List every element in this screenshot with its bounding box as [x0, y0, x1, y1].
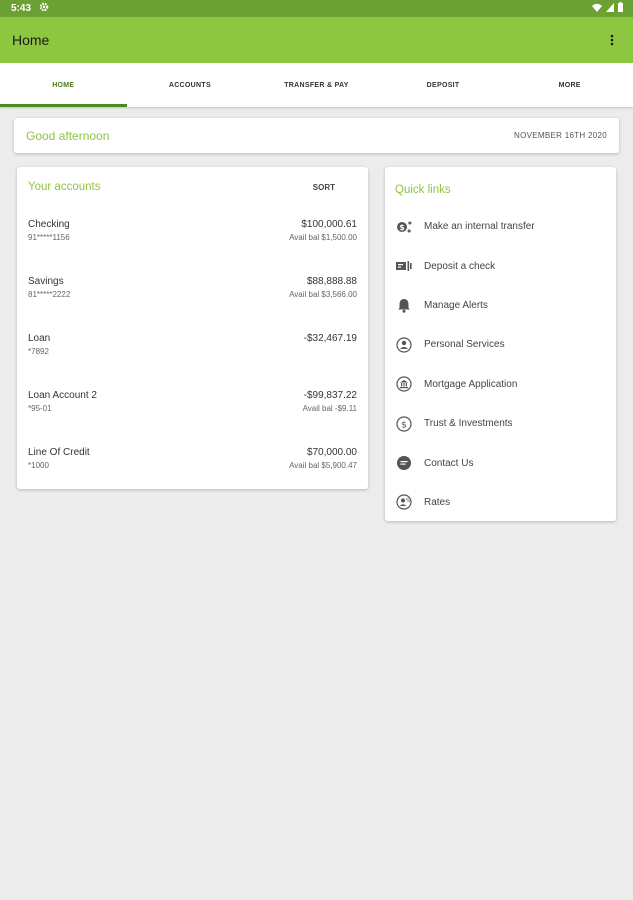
bank-icon [395, 375, 413, 393]
quick-link-label: Personal Services [424, 339, 505, 351]
signal-icon [606, 2, 614, 15]
dollar-icon: $ [395, 415, 413, 433]
quick-link-label: Manage Alerts [424, 299, 488, 311]
account-number: 91*****1156 [28, 233, 70, 242]
sort-button[interactable]: SORT [313, 183, 335, 192]
tab-bar: HOME ACCOUNTS TRANSFER & PAY DEPOSIT MOR… [0, 63, 633, 107]
account-name: Savings [28, 276, 64, 287]
bell-icon [395, 296, 413, 314]
tab-accounts[interactable]: ACCOUNTS [127, 63, 254, 107]
wifi-icon [592, 3, 602, 15]
more-vert-icon[interactable] [605, 30, 619, 50]
tab-transfer-pay[interactable]: TRANSFER & PAY [253, 63, 380, 107]
account-number: 81*****2222 [28, 290, 71, 299]
account-name: Loan [28, 333, 51, 344]
account-available-balance: Avail bal -$9.11 [302, 404, 357, 413]
quick-links-list: $ Make an internal transfer Deposit a ch… [385, 207, 616, 522]
account-balance: -$32,467.19 [303, 333, 357, 344]
account-balance: $70,000.00 [306, 447, 357, 458]
greeting-text: Good afternoon [26, 128, 110, 143]
account-balance: $100,000.61 [301, 219, 357, 230]
page-title: Home [12, 32, 50, 48]
svg-text:%: % [406, 498, 411, 504]
account-row-loan-account-2[interactable]: Loan Account 2 *95-01 -$99,837.22 Avail … [17, 390, 368, 447]
account-available-balance: Avail bal $1,500.00 [289, 233, 357, 242]
account-number: *95-01 [28, 404, 52, 413]
quick-link-rates[interactable]: % Rates [385, 483, 616, 522]
greeting-date: NOVEMBER 16TH 2020 [514, 131, 607, 140]
account-balance: -$99,837.22 [303, 390, 357, 401]
gear-icon [39, 2, 49, 15]
quick-link-label: Mortgage Application [424, 378, 518, 390]
quick-link-deposit-check[interactable]: Deposit a check [385, 246, 616, 285]
accounts-list: Checking 91*****1156 $100,000.61 Avail b… [17, 219, 368, 504]
quick-link-trust-investments[interactable]: $ Trust & Investments [385, 404, 616, 443]
rates-icon: % [395, 493, 413, 511]
account-name: Loan Account 2 [28, 390, 97, 401]
svg-text:$: $ [399, 223, 405, 232]
quick-link-internal-transfer[interactable]: $ Make an internal transfer [385, 207, 616, 246]
account-row-loan[interactable]: Loan *7892 -$32,467.19 [17, 333, 368, 390]
quick-link-label: Contact Us [424, 457, 474, 469]
quick-link-contact-us[interactable]: Contact Us [385, 443, 616, 482]
svg-text:$: $ [401, 420, 407, 430]
quick-link-manage-alerts[interactable]: Manage Alerts [385, 286, 616, 325]
status-time: 5:43 [11, 3, 32, 14]
account-number: *1000 [28, 461, 49, 470]
account-available-balance: Avail bal $3,566.00 [289, 290, 357, 299]
quick-link-label: Make an internal transfer [424, 221, 535, 233]
account-available-balance: Avail bal $5,900.47 [289, 461, 357, 470]
status-bar: 5:43 [0, 0, 633, 17]
tab-more[interactable]: MORE [506, 63, 633, 107]
account-row-line-of-credit[interactable]: Line Of Credit *1000 $70,000.00 Avail ba… [17, 447, 368, 504]
quick-link-label: Rates [424, 496, 451, 508]
chat-icon [395, 454, 413, 472]
quick-link-label: Trust & Investments [424, 418, 513, 430]
account-row-savings[interactable]: Savings 81*****2222 $88,888.88 Avail bal… [17, 276, 368, 333]
quick-link-personal-services[interactable]: Personal Services [385, 325, 616, 364]
app-bar: Home [0, 17, 633, 63]
account-number: *7892 [28, 347, 49, 356]
accounts-card: Your accounts SORT Checking 91*****1156 … [17, 167, 368, 489]
tab-home[interactable]: HOME [0, 63, 127, 107]
account-name: Line Of Credit [28, 447, 90, 458]
check-deposit-icon [395, 257, 413, 275]
battery-icon [618, 2, 623, 15]
accounts-title: Your accounts [28, 181, 101, 193]
greeting-card: Good afternoon NOVEMBER 16TH 2020 [14, 118, 619, 153]
quick-link-mortgage-application[interactable]: Mortgage Application [385, 365, 616, 404]
tab-deposit[interactable]: DEPOSIT [380, 63, 507, 107]
account-name: Checking [28, 219, 70, 230]
transfer-icon: $ [395, 218, 413, 236]
quick-links-title: Quick links [395, 184, 451, 196]
account-balance: $88,888.88 [306, 276, 357, 287]
quick-links-card: Quick links $ Make an internal transfer … [385, 167, 616, 521]
account-row-checking[interactable]: Checking 91*****1156 $100,000.61 Avail b… [17, 219, 368, 276]
quick-link-label: Deposit a check [424, 260, 496, 272]
person-icon [395, 336, 413, 354]
